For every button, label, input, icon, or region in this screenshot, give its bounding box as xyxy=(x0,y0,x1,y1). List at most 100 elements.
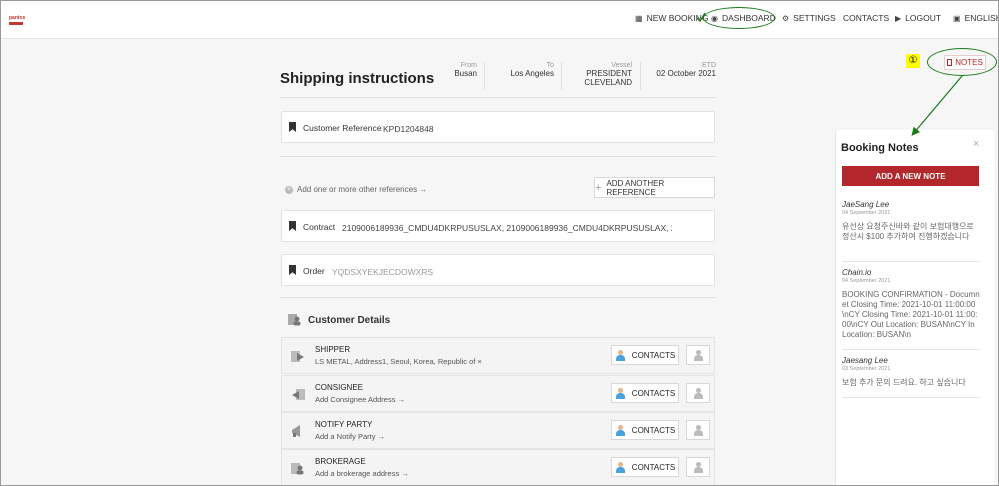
add-person-icon xyxy=(693,424,704,436)
note-text: 유선상 요청주신바와 같이 보험대행으로 정산시 $100 추가하여 진행하겠습… xyxy=(842,222,974,241)
contacts-button[interactable]: CONTACTS xyxy=(611,345,679,365)
nav-contacts[interactable]: CONTACTS xyxy=(843,13,889,23)
add-person-icon xyxy=(693,387,704,399)
brokerage-icon xyxy=(291,463,304,475)
customer-details-icon xyxy=(288,314,301,326)
clipboard-icon: ▦ xyxy=(635,13,643,23)
note-item: Jaesang Lee 03 September 2021 보험 추가 문의 드… xyxy=(842,356,980,398)
person-icon xyxy=(615,349,626,361)
customer-details-title: Customer Details xyxy=(308,315,391,326)
logout-icon: ▶ xyxy=(895,13,902,23)
close-icon[interactable]: × xyxy=(973,138,979,150)
pantos-logo[interactable]: pantos xyxy=(9,16,27,26)
add-contact-button[interactable] xyxy=(686,457,710,477)
logo-bar xyxy=(9,22,23,25)
party-row-brokerage: BROKERAGE Add a brokerage address → CONT… xyxy=(281,449,715,486)
note-date: 04 September 2021 xyxy=(842,278,891,284)
route-from: From Busan xyxy=(440,62,477,78)
route-to-value: Los Angeles xyxy=(510,69,554,78)
nav-new-booking-label: NEW BOOKING xyxy=(646,13,709,23)
contacts-button-label: CONTACTS xyxy=(631,425,676,435)
nav-logout[interactable]: ▶ LOGOUT xyxy=(895,13,941,23)
contacts-button[interactable]: CONTACTS xyxy=(611,457,679,477)
note-date: 03 September 2021 xyxy=(842,366,891,372)
note-author: JaeSang Lee xyxy=(842,200,890,209)
party-name: CONSIGNEE xyxy=(315,383,364,392)
add-person-icon xyxy=(693,461,704,473)
divider xyxy=(280,297,716,298)
party-address[interactable]: Add a Notify Party → xyxy=(315,432,385,441)
divider xyxy=(280,97,716,98)
order-label: Order xyxy=(303,266,325,276)
add-new-note-button[interactable]: ADD A NEW NOTE xyxy=(842,166,979,186)
person-icon xyxy=(615,461,626,473)
route-vessel-label: Vessel xyxy=(611,62,632,69)
nav-new-booking[interactable]: ▦ NEW BOOKING xyxy=(635,13,708,23)
note-date: 04 September 2021 xyxy=(842,210,891,216)
party-address[interactable]: LS METAL, Address1, Seoul, Korea, Republ… xyxy=(315,357,482,366)
annotation-marker: ① xyxy=(906,54,920,68)
order-value: YQDSXYEKJECDOWXRS xyxy=(332,267,434,277)
plus-icon: + xyxy=(595,181,602,194)
notes-button[interactable]: NOTES xyxy=(944,55,986,70)
dashboard-icon: ◉ xyxy=(711,13,718,23)
divider xyxy=(484,62,485,90)
booking-notes-title: Booking Notes xyxy=(841,142,919,154)
divider xyxy=(640,62,641,90)
consignee-icon xyxy=(292,389,305,400)
add-contact-button[interactable] xyxy=(686,420,710,440)
party-name: BROKERAGE xyxy=(315,457,366,466)
nav-english[interactable]: ▣ ENGLISH xyxy=(953,13,999,23)
add-contact-button[interactable] xyxy=(686,345,710,365)
bookmark-icon xyxy=(289,122,296,132)
add-another-reference-button[interactable]: + ADD ANOTHER REFERENCE xyxy=(594,177,715,198)
contacts-button[interactable]: CONTACTS xyxy=(611,383,679,403)
note-author: Jaesang Lee xyxy=(842,356,888,365)
note-item: JaeSang Lee 04 September 2021 유선상 요청주신바와… xyxy=(842,200,980,262)
person-icon xyxy=(615,424,626,436)
plus-circle-icon: + xyxy=(285,185,293,194)
party-row-notify: NOTIFY PARTY Add a Notify Party → CONTAC… xyxy=(281,412,715,449)
route-etd-value: 02 October 2021 xyxy=(656,69,716,78)
nav-logout-label: LOGOUT xyxy=(905,13,942,23)
order-box[interactable]: Order YQDSXYEKJECDOWXRS xyxy=(281,254,715,286)
route-from-value: Busan xyxy=(454,69,477,78)
nav-english-label: ENGLISH xyxy=(964,13,999,23)
divider xyxy=(280,156,716,157)
route-etd-label: ETD xyxy=(702,62,716,69)
route-from-label: From xyxy=(460,62,477,69)
nav-dashboard[interactable]: ◉ DASHBOARD xyxy=(711,13,776,23)
contacts-button[interactable]: CONTACTS xyxy=(611,420,679,440)
logo-text: pantos xyxy=(9,15,26,21)
customer-reference-box[interactable]: Customer Reference KPD1204848 xyxy=(281,111,715,143)
booking-notes-panel: Booking Notes × ADD A NEW NOTE JaeSang L… xyxy=(835,130,994,486)
book-icon: ▣ xyxy=(953,13,961,23)
party-name: SHIPPER xyxy=(315,345,351,354)
party-row-shipper: SHIPPER LS METAL, Address1, Seoul, Korea… xyxy=(281,337,715,374)
note-text: BOOKING CONFIRMATION - Documnet Closing … xyxy=(842,290,980,339)
divider xyxy=(561,62,562,90)
party-address[interactable]: Add Consignee Address → xyxy=(315,395,405,404)
nav-dashboard-label: DASHBOARD xyxy=(721,13,776,23)
contract-box[interactable]: Contract 2109006189936_CMDU4DKRPUSUSLAX,… xyxy=(281,210,715,242)
add-reference-link[interactable]: + Add one or more other references → xyxy=(285,185,427,194)
add-contact-button[interactable] xyxy=(686,383,710,403)
contacts-button-label: CONTACTS xyxy=(631,388,676,398)
bookmark-icon xyxy=(289,221,296,231)
route-etd: ETD 02 October 2021 xyxy=(650,62,716,78)
party-address[interactable]: Add a brokerage address → xyxy=(315,469,409,478)
party-row-consignee: CONSIGNEE Add Consignee Address → CONTAC… xyxy=(281,375,715,412)
contract-value: 2109006189936_CMDU4DKRPUSUSLAX, 21090061… xyxy=(342,223,672,233)
route-vessel-line1: PRESIDENT xyxy=(586,69,632,78)
nav-contacts-label: CONTACTS xyxy=(843,13,890,23)
route-vessel-line2: CLEVELAND xyxy=(584,78,632,87)
note-item: Chain.io 04 September 2021 BOOKING CONFI… xyxy=(842,268,980,350)
bookmark-icon xyxy=(289,265,296,275)
megaphone-icon xyxy=(292,425,300,437)
nav-settings[interactable]: ⚙ SETTINGS xyxy=(782,13,836,23)
page-title: Shipping instructions xyxy=(280,70,435,87)
shipper-icon xyxy=(291,351,304,362)
document-icon xyxy=(947,59,953,66)
contacts-button-label: CONTACTS xyxy=(631,350,676,360)
note-author: Chain.io xyxy=(842,268,872,277)
